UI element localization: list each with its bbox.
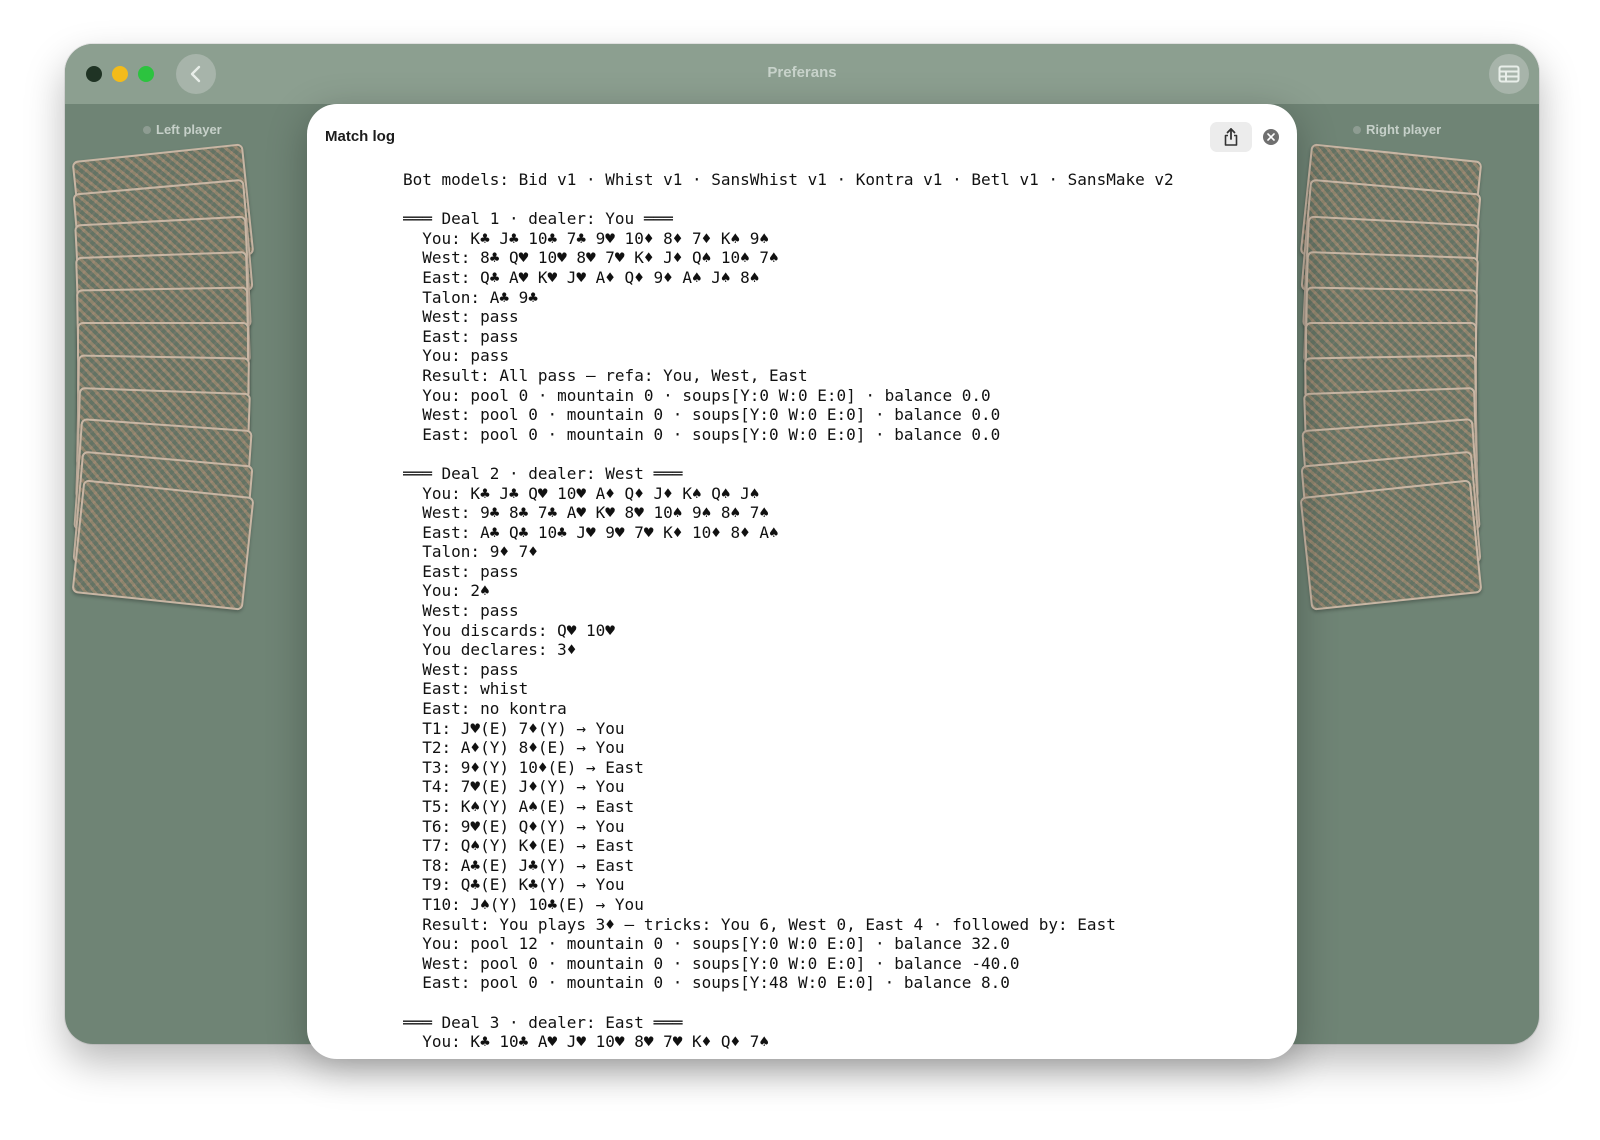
close-icon xyxy=(1267,133,1275,141)
log-line: T7: Q♠(Y) K♦(E) → East xyxy=(403,836,635,856)
log-line: East: whist xyxy=(403,679,529,699)
log-line: East: pass xyxy=(403,326,519,346)
window-title: Preferans xyxy=(767,64,837,81)
log-line: T8: A♣(E) J♣(Y) → East xyxy=(403,855,635,875)
log-line: You: pass xyxy=(403,346,509,366)
log-line: West: pass xyxy=(403,307,519,327)
log-line: Result: All pass — refa: You, West, East xyxy=(403,365,808,385)
log-line: Talon: A♣ 9♣ xyxy=(403,287,538,307)
log-line: You: pool 0 · mountain 0 · soups[Y:0 W:0… xyxy=(403,385,991,405)
match-log-sheet: Match log Bot models: Bid v1 · Whist v1 … xyxy=(307,104,1297,1059)
log-line: T4: 7♥(E) J♦(Y) → You xyxy=(403,777,625,797)
log-line: East: pool 0 · mountain 0 · soups[Y:0 W:… xyxy=(403,424,1001,444)
right-player-status-dot xyxy=(1353,125,1361,134)
log-line: You declares: 3♦ xyxy=(403,640,577,660)
log-line: East: no kontra xyxy=(403,699,567,719)
log-line: West: 8♣ Q♥ 10♥ 8♥ 7♥ K♦ J♦ Q♠ 10♠ 7♠ xyxy=(403,248,779,268)
log-line: Talon: 9♦ 7♦ xyxy=(403,542,538,562)
log-line: You: K♣ J♣ Q♥ 10♥ A♦ Q♦ J♦ K♠ Q♠ J♠ xyxy=(403,483,760,503)
table-icon xyxy=(1498,65,1520,83)
log-line: East: A♣ Q♣ 10♣ J♥ 9♥ 7♥ K♦ 10♦ 8♦ A♠ xyxy=(403,522,779,542)
log-line: West: pass xyxy=(403,659,519,679)
log-line: T9: Q♣(E) K♣(Y) → You xyxy=(403,875,625,895)
right-player-hand xyxy=(1299,143,1483,611)
log-line: T5: K♠(Y) A♠(E) → East xyxy=(403,797,635,816)
log-line: You: 2♠ xyxy=(403,581,490,601)
log-line: West: pool 0 · mountain 0 · soups[Y:0 W:… xyxy=(403,405,1001,425)
log-line: You: K♣ 10♣ A♥ J♥ 10♥ 8♥ 7♥ K♦ Q♦ 7♠ xyxy=(403,1032,770,1052)
log-line: East: pool 0 · mountain 0 · soups[Y:48 W… xyxy=(403,973,1010,993)
card-back xyxy=(71,479,255,611)
match-log-text[interactable]: Bot models: Bid v1 · Whist v1 · SansWhis… xyxy=(403,170,1297,1059)
log-line: You discards: Q♥ 10♥ xyxy=(403,620,615,640)
scoresheet-button[interactable] xyxy=(1489,54,1529,94)
right-player-label: Right player xyxy=(1353,122,1441,137)
log-line: East: Q♣ A♥ K♥ J♥ A♦ Q♦ 9♦ A♠ J♠ 8♠ xyxy=(403,267,760,287)
log-line: Bot models: Bid v1 · Whist v1 · SansWhis… xyxy=(403,170,1174,189)
left-player-name: Left player xyxy=(156,122,222,137)
log-line: T3: 9♦(Y) 10♦(E) → East xyxy=(403,757,644,777)
left-player-status-dot xyxy=(143,125,151,134)
share-button[interactable] xyxy=(1210,122,1252,152)
card-back xyxy=(1299,479,1483,611)
title-bar: Preferans xyxy=(65,44,1539,104)
sheet-title: Match log xyxy=(325,128,395,145)
log-line: ═══ Deal 1 · dealer: You ═══ xyxy=(403,209,673,229)
share-icon xyxy=(1224,128,1238,146)
log-line: T2: A♦(Y) 8♦(E) → You xyxy=(403,738,625,758)
close-sheet-button[interactable] xyxy=(1263,129,1279,145)
log-line: East: pass xyxy=(403,561,519,581)
log-line: West: pool 0 · mountain 0 · soups[Y:0 W:… xyxy=(403,953,1020,973)
log-line: ═══ Deal 3 · dealer: East ═══ xyxy=(403,1012,683,1032)
log-line: West: pass xyxy=(403,601,519,621)
log-line: Result: You plays 3♦ — tricks: You 6, We… xyxy=(403,914,1116,934)
log-line: You: pool 12 · mountain 0 · soups[Y:0 W:… xyxy=(403,934,1010,954)
left-player-hand xyxy=(71,143,255,611)
log-line: You: K♣ J♣ 10♣ 7♣ 9♥ 10♦ 8♦ 7♦ K♠ 9♠ xyxy=(403,228,770,248)
log-line: West: 9♣ 8♣ 7♣ A♥ K♥ 8♥ 10♠ 9♠ 8♠ 7♠ xyxy=(403,503,770,523)
log-line: T1: J♥(E) 7♦(Y) → You xyxy=(403,718,625,738)
right-player-name: Right player xyxy=(1366,122,1442,137)
log-line: ═══ Deal 2 · dealer: West ═══ xyxy=(403,463,683,483)
left-player-label: Left player xyxy=(143,122,222,137)
log-line: T10: J♠(Y) 10♣(E) → You xyxy=(403,894,644,914)
log-line: T6: 9♥(E) Q♦(Y) → You xyxy=(403,816,625,836)
